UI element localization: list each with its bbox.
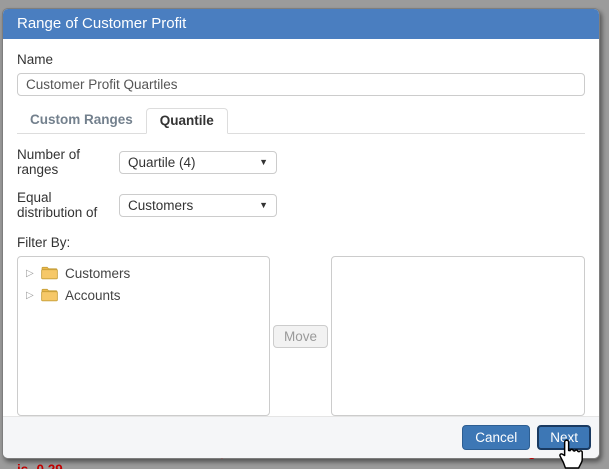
tree-item-label: Customers [65, 266, 130, 281]
equal-distribution-select[interactable]: Customers ▼ [119, 194, 277, 217]
equal-distribution-row: Equal distribution of Customers ▼ [17, 190, 585, 220]
tree-item-accounts[interactable]: ▷ Accounts [18, 284, 269, 306]
filter-by-label: Filter By: [17, 235, 585, 250]
tab-custom-ranges[interactable]: Custom Ranges [17, 108, 146, 134]
move-column: Move [270, 256, 331, 416]
tab-bar: Custom Ranges Quantile [17, 108, 585, 134]
dialog-footer: Cancel Next [3, 416, 599, 458]
dropdown-arrow-icon: ▼ [259, 201, 268, 210]
tree-item-customers[interactable]: ▷ Customers [18, 262, 269, 284]
folder-icon [41, 266, 58, 280]
number-of-ranges-value: Quartile (4) [128, 155, 196, 170]
cancel-button[interactable]: Cancel [462, 425, 530, 450]
number-of-ranges-row: Number of ranges Quartile (4) ▼ [17, 147, 585, 177]
filter-columns: ▷ Customers ▷ [17, 256, 585, 416]
range-dialog: Range of Customer Profit Name Custom Ran… [2, 8, 600, 459]
dropdown-arrow-icon: ▼ [259, 158, 268, 167]
tab-quantile[interactable]: Quantile [146, 108, 228, 134]
move-button[interactable]: Move [273, 325, 328, 348]
dialog-title: Range of Customer Profit [17, 15, 186, 32]
number-of-ranges-label: Number of ranges [17, 147, 119, 177]
page-backdrop [0, 0, 609, 8]
available-items-listbox[interactable]: ▷ Customers ▷ [17, 256, 270, 416]
dialog-header: Range of Customer Profit [3, 9, 599, 39]
expander-icon[interactable]: ▷ [26, 268, 41, 279]
dialog-body: Name Custom Ranges Quantile Number of ra… [3, 39, 599, 469]
next-button[interactable]: Next [537, 425, 591, 450]
equal-distribution-value: Customers [128, 198, 193, 213]
selected-items-listbox[interactable] [331, 256, 585, 416]
tree-item-label: Accounts [65, 288, 121, 303]
expander-icon[interactable]: ▷ [26, 290, 41, 301]
name-label: Name [17, 52, 585, 67]
name-input[interactable] [17, 73, 585, 96]
number-of-ranges-select[interactable]: Quartile (4) ▼ [119, 151, 277, 174]
equal-distribution-label: Equal distribution of [17, 190, 119, 220]
folder-icon [41, 288, 58, 302]
